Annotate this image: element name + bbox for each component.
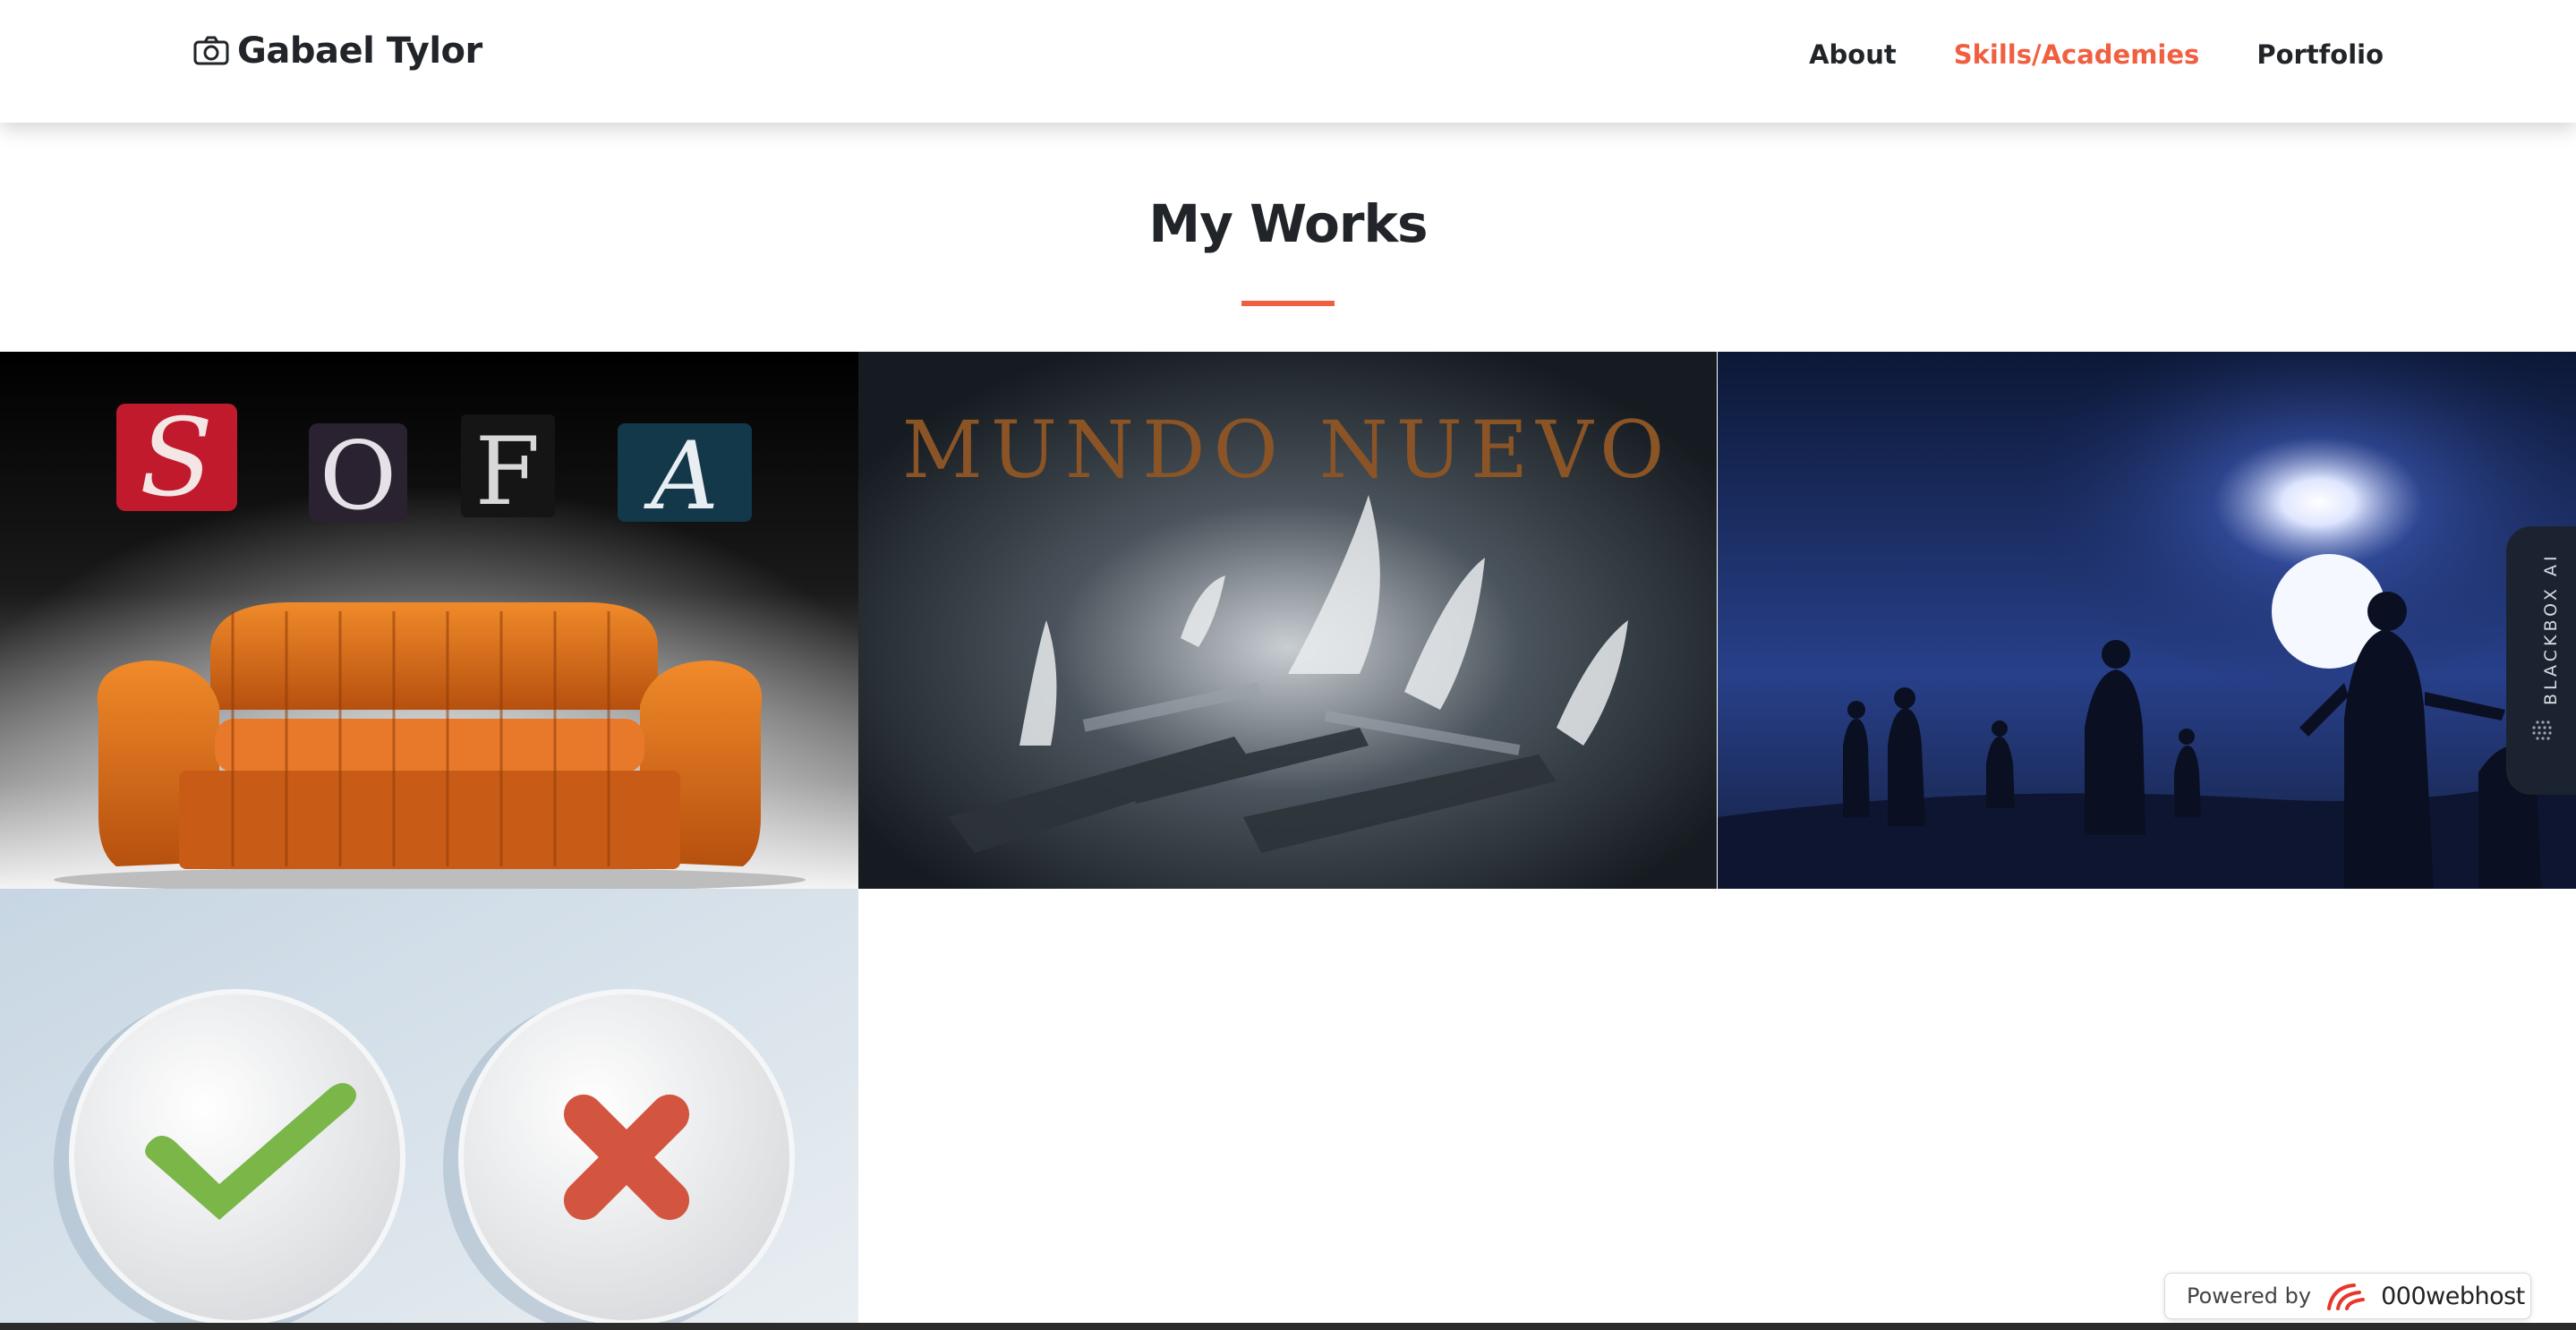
mundo-nuevo-caption: MUNDO NUEVO <box>902 404 1673 496</box>
portfolio-item-mundo-nuevo[interactable]: MUNDO NUEVO <box>858 352 1717 889</box>
title-divider <box>1241 301 1335 306</box>
bottom-edge-bar <box>0 1323 2576 1330</box>
svg-text:O: O <box>320 422 397 531</box>
section-title: My Works <box>1148 193 1428 254</box>
portfolio-item-night-silhouettes[interactable] <box>1718 352 2576 889</box>
nav-link-skills-academies[interactable]: Skills/Academies <box>1954 39 2200 70</box>
powered-by-text: Powered by <box>2187 1283 2312 1309</box>
check-cross-image <box>0 889 858 1330</box>
svg-text:F: F <box>475 417 541 526</box>
nav-link-about[interactable]: About <box>1809 39 1897 70</box>
portfolio-item-check-cross[interactable] <box>0 889 858 1330</box>
silhouettes-image <box>1718 352 2576 889</box>
webhost-name: 000webhost <box>2381 1282 2525 1310</box>
brand-name: Gabael Tylor <box>237 30 482 72</box>
mundo-nuevo-image: MUNDO NUEVO <box>858 352 1717 889</box>
nav-link-portfolio[interactable]: Portfolio <box>2256 39 2384 70</box>
top-navbar: Gabael Tylor About Skills/Academies Port… <box>0 0 2576 123</box>
svg-text:A: A <box>644 422 719 531</box>
blackbox-ai-label: BLACKBOX AI <box>2541 552 2561 705</box>
portfolio-item-sofa[interactable]: S O F A <box>0 352 858 889</box>
nav-links: About Skills/Academies Portfolio <box>1809 39 2384 70</box>
blackbox-ai-tab[interactable]: BLACKBOX AI <box>2506 526 2576 795</box>
brand-link[interactable]: Gabael Tylor <box>192 30 482 72</box>
camera-icon <box>193 36 229 65</box>
blackbox-logo-icon <box>2532 720 2552 740</box>
svg-text:S: S <box>140 396 213 521</box>
webhost-logo-icon <box>2327 1283 2366 1310</box>
powered-by-badge[interactable]: Powered by 000webhost <box>2164 1273 2531 1319</box>
sofa-poster-image: S O F A <box>0 352 858 889</box>
